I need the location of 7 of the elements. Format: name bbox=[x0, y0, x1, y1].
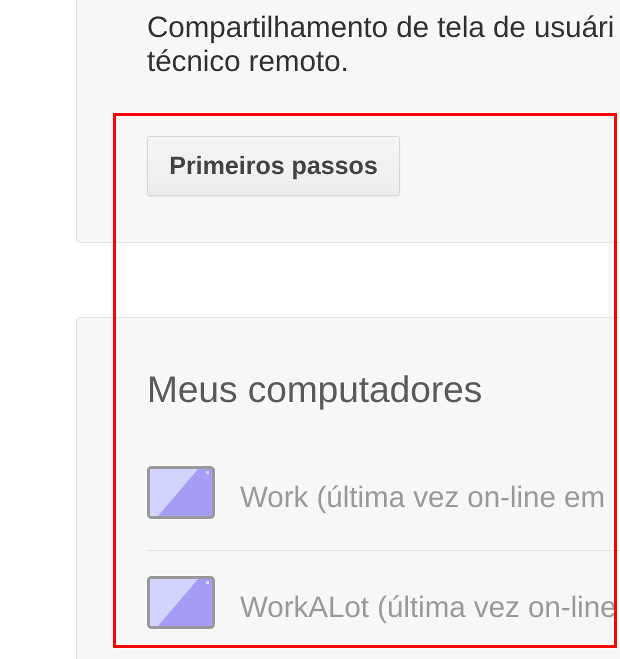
computer-icon bbox=[147, 466, 215, 519]
computer-label[interactable]: WorkALot (última vez on-line bbox=[240, 580, 617, 624]
computer-icon bbox=[147, 576, 215, 629]
section-heading: Meus computadores bbox=[147, 370, 484, 410]
computer-label[interactable]: Work (última vez on-line em bbox=[240, 470, 606, 514]
get-started-button[interactable]: Primeiros passos bbox=[147, 136, 400, 196]
description-text: Compartilhamento de tela de usuári técnico remoto. bbox=[147, 11, 616, 79]
